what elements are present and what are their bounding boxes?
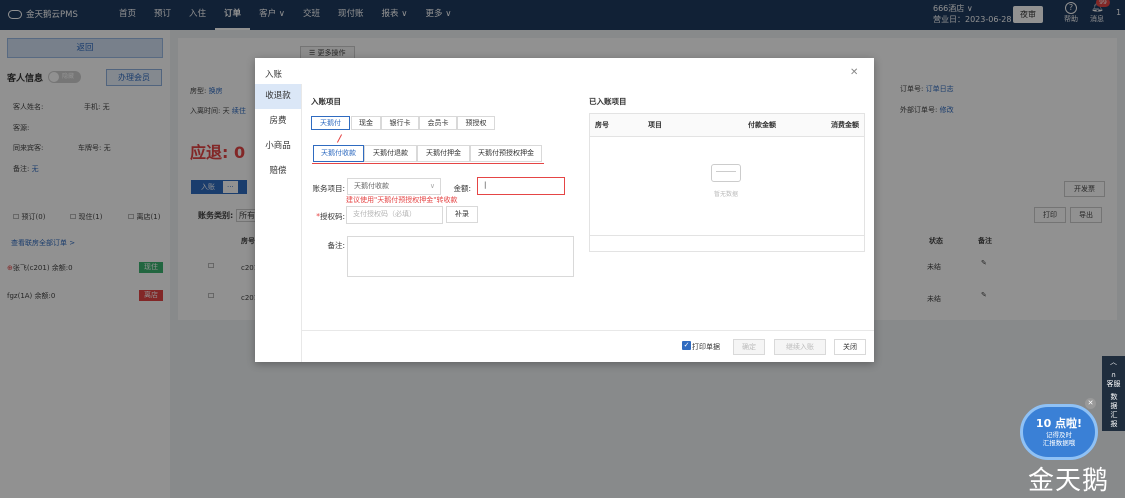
item-select[interactable]: 天鹅付收款 ∨ [347, 178, 441, 195]
headset-icon: ∩ [1110, 371, 1117, 379]
print-receipt-label: 打印单据 [692, 343, 720, 351]
table-scrollbar [590, 235, 864, 236]
subtab-preauth-deposit[interactable]: 天鹅付预授权押金 [470, 145, 542, 162]
amount-label: 金额: [453, 184, 471, 193]
side-float-panel[interactable]: ︿ ∩ 客服 数据汇报 [1102, 356, 1125, 431]
service-button[interactable]: 客服 [1102, 380, 1125, 389]
posted-items-table: 房号 项目 付款金额 消费金额 暂无数据 [589, 113, 865, 252]
continue-button[interactable]: 继续入账 [774, 339, 826, 355]
auth-code-input[interactable]: 支付授权码（必填） [346, 206, 443, 224]
tab-bankcard[interactable]: 银行卡 [381, 116, 419, 130]
subtab-deposit[interactable]: 天鹅付押金 [417, 145, 470, 162]
empty-inbox-icon [711, 164, 741, 182]
tab-tianepay[interactable]: 天鹅付 [311, 116, 350, 130]
print-receipt-checkbox[interactable]: ✓ [682, 341, 691, 350]
table-header: 房号 项目 付款金额 消费金额 [590, 114, 864, 137]
amount-field[interactable]: | [477, 177, 565, 195]
hint-text: 建议使用"天鹅付预授权押金"转收款 [346, 196, 458, 204]
tab-preauth[interactable]: 预授权 [457, 116, 495, 130]
side-goods[interactable]: 小商品 [255, 134, 301, 159]
item-label: 账务项目: [312, 184, 345, 193]
chevron-up-icon: ︿ [1110, 358, 1117, 366]
subtab-refund[interactable]: 天鹅付退款 [364, 145, 417, 162]
th-consume: 消费金额 [831, 121, 859, 129]
reminder-bubble[interactable]: 10 点啦! 记得及时 汇报数据哦 [1020, 404, 1098, 460]
close-button[interactable]: 关闭 [834, 339, 866, 355]
confirm-button[interactable]: 确定 [733, 339, 765, 355]
remark-label: 备注: [327, 241, 345, 250]
retry-button[interactable]: 补录 [446, 206, 478, 223]
annotation-underline [312, 163, 544, 164]
side-room-fee[interactable]: 房费 [255, 109, 301, 134]
chevron-down-icon: ∨ [429, 182, 435, 190]
close-icon[interactable]: ✕ [850, 67, 858, 78]
posted-items-title: 已入账项目 [589, 97, 627, 106]
empty-state: 暂无数据 [708, 164, 744, 198]
remark-textarea[interactable] [347, 236, 574, 277]
entry-items-title: 入账项目 [311, 97, 341, 106]
subtab-collect[interactable]: 天鹅付收款 [313, 145, 364, 162]
watermark: 金天鹅 [1028, 466, 1110, 496]
auth-label: *授权码: [316, 212, 345, 221]
th-room: 房号 [595, 121, 609, 129]
tab-membercard[interactable]: 会员卡 [419, 116, 457, 130]
dialog-title: 入账 [265, 70, 283, 80]
tab-cash[interactable]: 现金 [351, 116, 381, 130]
dialog-sidebar: 收退款 房费 小商品 赔偿 [255, 84, 302, 362]
th-pay: 付款金额 [748, 121, 776, 129]
side-compensation[interactable]: 赔偿 [255, 159, 301, 184]
close-icon[interactable]: ✕ [1085, 398, 1096, 409]
side-refund[interactable]: 收退款 [255, 84, 301, 109]
th-item: 项目 [648, 121, 662, 129]
data-report-button[interactable]: 数据汇报 [1108, 393, 1120, 429]
